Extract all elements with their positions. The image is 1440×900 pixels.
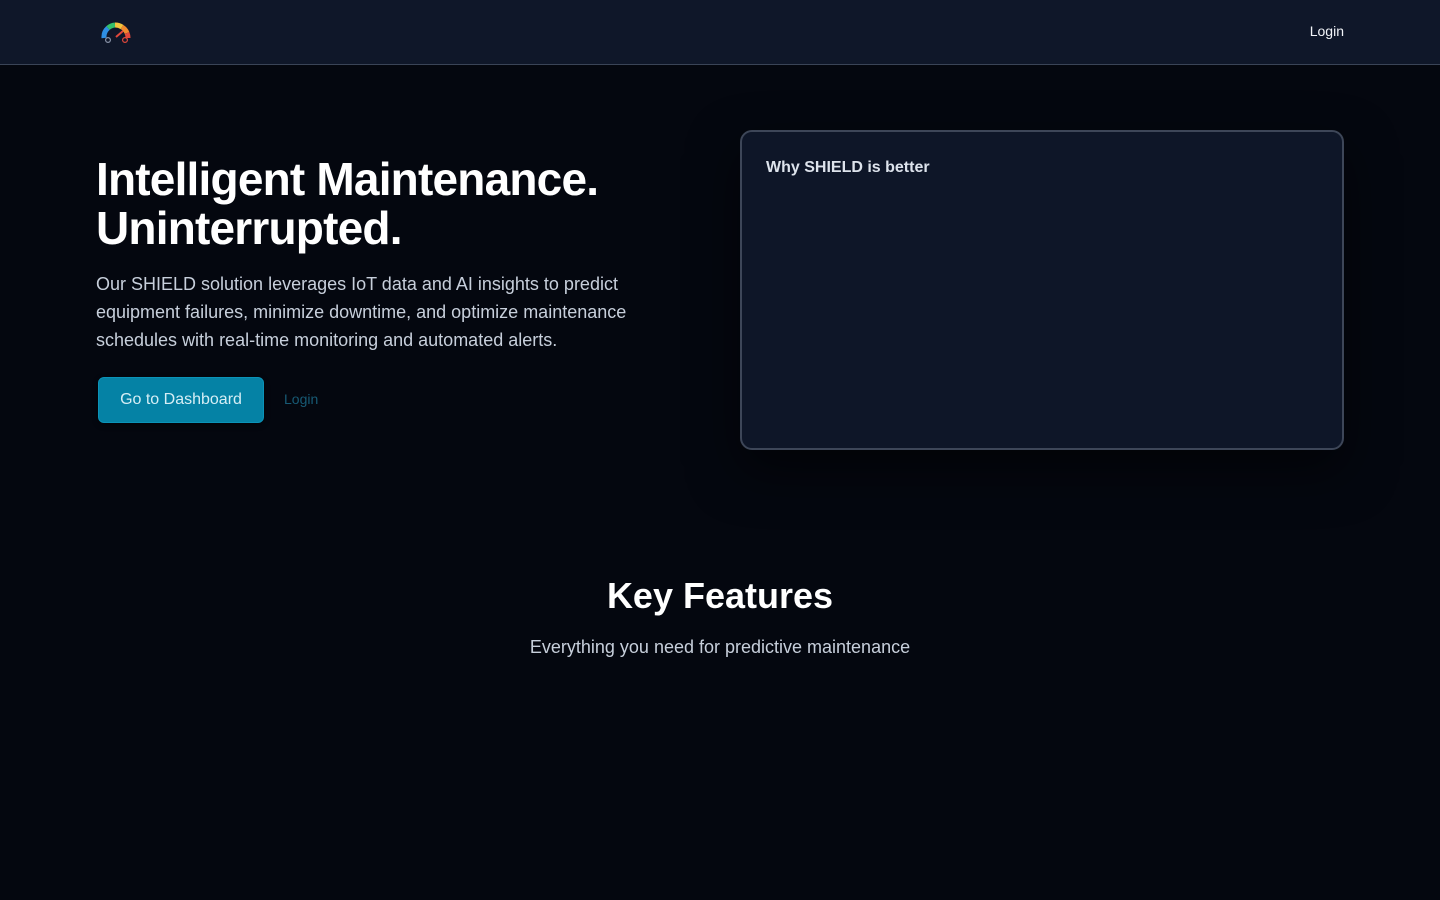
key-features-title: Key Features [606, 575, 834, 616]
hero-description: Our SHIELD solution leverages IoT data a… [96, 274, 627, 350]
why-shield-card: Why SHIELD is better [740, 130, 1344, 450]
hero-title-line-2: Uninterrupted. [96, 202, 402, 254]
header-login-link[interactable]: Login [1310, 23, 1344, 39]
hero-title-line-1: Intelligent Maintenance. [96, 153, 599, 205]
hero-login-link[interactable]: Login [284, 391, 318, 407]
hero-title: Intelligent Maintenance. Uninterrupted. [96, 155, 716, 253]
key-features-subtitle: Everything you need for predictive maint… [529, 637, 911, 657]
gauge-logo-icon[interactable] [101, 17, 131, 45]
go-to-dashboard-button[interactable]: Go to Dashboard [98, 377, 264, 423]
top-navbar: Login [0, 0, 1440, 65]
why-shield-title: Why SHIELD is better [766, 159, 930, 176]
